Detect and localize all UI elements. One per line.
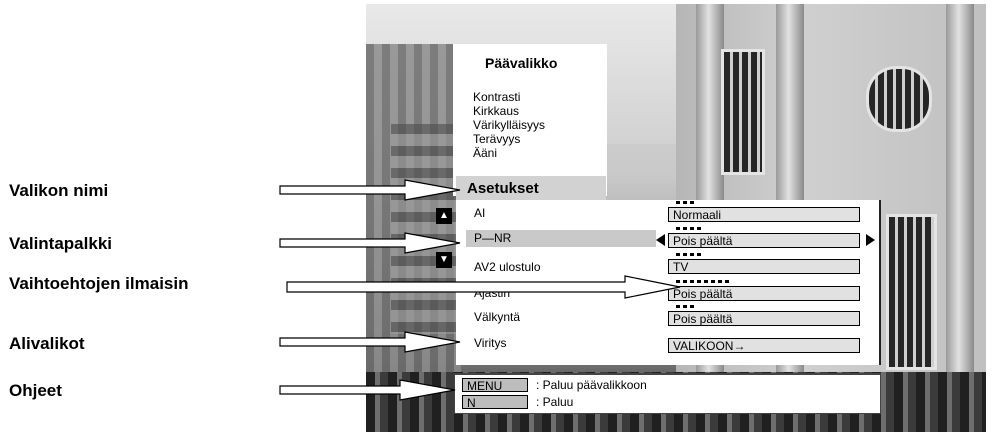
arrow-instructions [279, 379, 456, 401]
arrow-menu-name [279, 179, 461, 201]
arrow-submenus [279, 331, 461, 353]
arrow-selection-bar [279, 232, 461, 254]
callout-arrows [279, 179, 681, 401]
arrow-option-indicator [286, 275, 681, 299]
